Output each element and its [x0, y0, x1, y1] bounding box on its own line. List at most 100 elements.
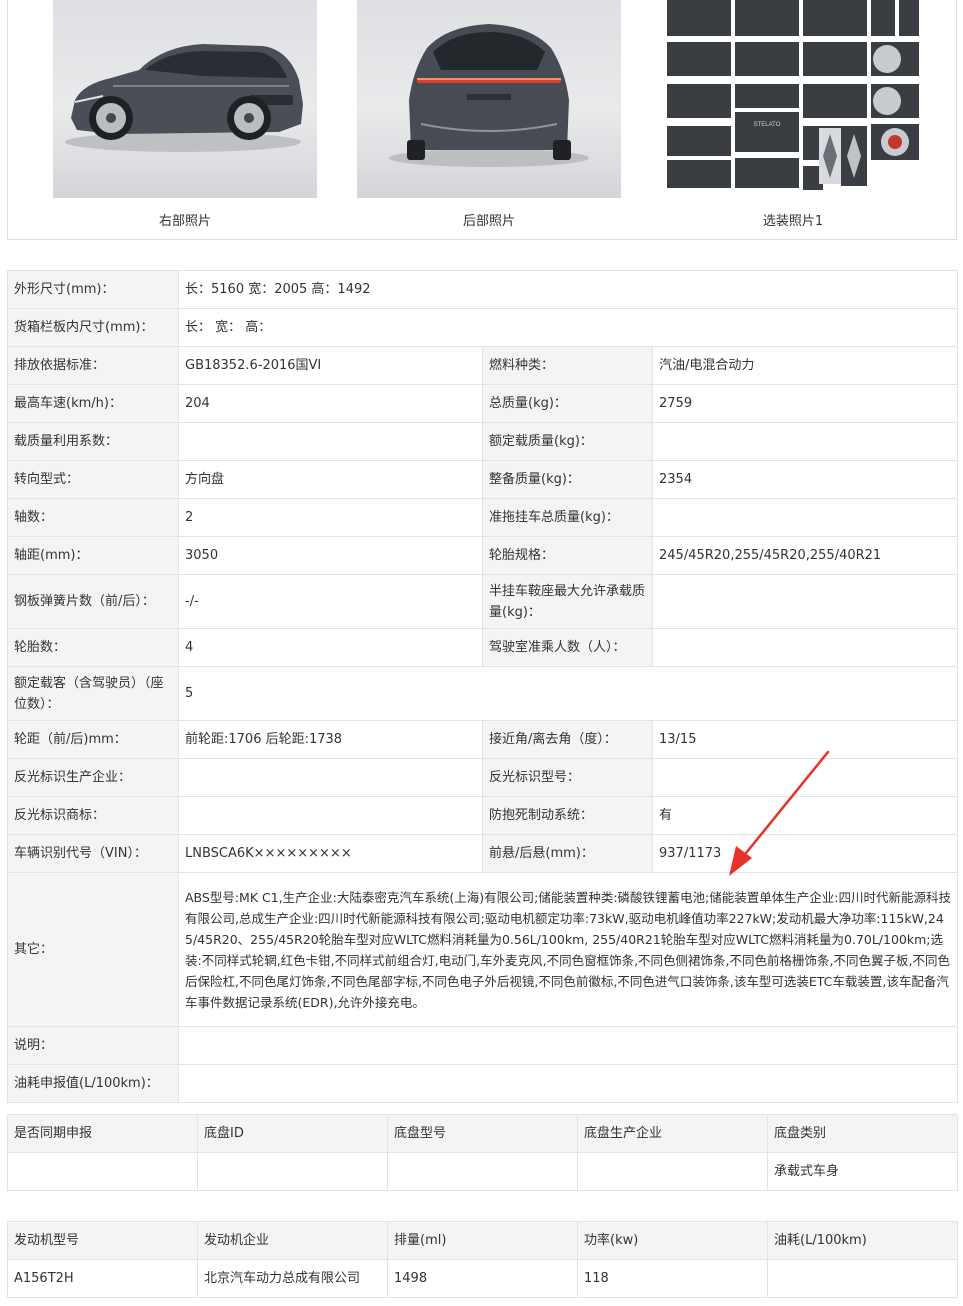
table-cell: 1498: [387, 1259, 578, 1298]
spec-label: 反光标识型号：: [482, 758, 653, 797]
spec-label: 外形尺寸(mm)：: [7, 270, 179, 309]
spec-value: 3050: [178, 536, 483, 575]
column-header: 底盘类别: [767, 1114, 958, 1153]
spec-value: 长： 宽： 高：: [177, 308, 959, 347]
photo-option[interactable]: STELATO 选装照片1: [661, 0, 925, 229]
spec-value: 245/45R20,255/45R20,255/40R21: [651, 536, 959, 575]
spec-label: 轴距(mm)：: [7, 536, 179, 575]
spec-row: 反光标识商标： 防抱死制动系统：有: [7, 796, 959, 835]
spec-value: 937/1173: [651, 834, 959, 873]
photo-caption: 右部照片: [158, 214, 211, 229]
spec-row: 轮胎数： 4 驾驶室准乘人数（人）：: [7, 628, 959, 667]
collage-brand-text: STELATO: [754, 122, 781, 128]
car-right-side-photo: [53, 0, 317, 198]
table-cell: [577, 1152, 768, 1191]
spec-row: 载质量利用系数： 额定载质量(kg)：: [7, 422, 959, 461]
spec-value: -/-: [178, 574, 483, 629]
table-cell: 北京汽车动力总成有限公司: [197, 1259, 388, 1298]
spec-row: 轮距（前/后)mm： 前轮距:1706 后轮距:1738 接近角/离去角（度）： 1…: [7, 720, 959, 759]
spec-value: GB18352.6-2016国VI: [178, 346, 483, 385]
spec-row: 转向型式： 方向盘 整备质量(kg)： 2354: [7, 460, 959, 499]
photo-caption: 后部照片: [462, 214, 515, 229]
table-cell: [767, 1259, 958, 1298]
spec-label: 载质量利用系数：: [7, 422, 179, 461]
spec-table: 外形尺寸(mm)： 长：5160 宽：2005 高：1492 货箱栏板内尺寸(m…: [7, 270, 959, 1103]
spec-value: 5: [177, 666, 959, 721]
spec-value: 4: [178, 628, 483, 667]
spec-label: 驾驶室准乘人数（人）：: [482, 628, 653, 667]
photo-rear[interactable]: 后部照片: [357, 0, 621, 229]
spec-label: 额定载客（含驾驶员）（座位数）：: [7, 666, 179, 721]
spec-value: LNBSCA6K×××××××××: [178, 834, 483, 873]
column-header: 油耗(L/100km): [767, 1221, 958, 1260]
spec-row: 车辆识别代号（VIN）： LNBSCA6K××××××××× 前悬/后悬(mm)：…: [7, 834, 959, 873]
spec-label: 反光标识生产企业：: [7, 758, 179, 797]
engine-table: 发动机型号 发动机企业 排量(ml) 功率(kw) 油耗(L/100km) A1…: [7, 1221, 958, 1298]
table-cell: 承载式车身: [767, 1152, 958, 1191]
spec-label: 其它：: [7, 872, 179, 1027]
spec-value: [177, 1064, 959, 1103]
column-header: 功率(kw): [577, 1221, 768, 1260]
spec-row: 货箱栏板内尺寸(mm)： 长： 宽： 高：: [7, 308, 959, 347]
spec-row: 说明：: [7, 1026, 959, 1065]
table-cell: [387, 1152, 578, 1191]
table-cell: A156T2H: [7, 1259, 198, 1298]
spec-value: 2354: [651, 460, 959, 499]
spec-value: [178, 796, 483, 835]
car-rear-photo: [357, 0, 621, 198]
spec-value: [178, 422, 483, 461]
chassis-header-row: 是否同期申报 底盘ID 底盘型号 底盘生产企业 底盘类别: [7, 1114, 958, 1153]
spec-value: [178, 758, 483, 797]
spec-row: 排放依据标准： GB18352.6-2016国VI 燃料种类： 汽油/电混合动力: [7, 346, 959, 385]
photo-strip: 右部照片 后部照片 STELATO 选装照片1: [7, 0, 957, 240]
column-header: 是否同期申报: [7, 1114, 198, 1153]
spec-label: 轮距（前/后)mm：: [7, 720, 179, 759]
spec-row: 外形尺寸(mm)： 长：5160 宽：2005 高：1492: [7, 270, 959, 309]
spec-label: 油耗申报值(L/100km)：: [7, 1064, 179, 1103]
spec-label: 排放依据标准：: [7, 346, 179, 385]
spec-value: 长：5160 宽：2005 高：1492: [177, 270, 959, 309]
spec-label: 总质量(kg)：: [482, 384, 653, 423]
table-cell: [7, 1152, 198, 1191]
spec-value: [651, 628, 959, 667]
spec-row-other: 其它： ABS型号:MK C1,生产企业:大陆泰密克汽车系统(上海)有限公司;储…: [7, 872, 959, 1027]
spec-row: 油耗申报值(L/100km)：: [7, 1064, 959, 1103]
spec-value: 方向盘: [178, 460, 483, 499]
column-header: 排量(ml): [387, 1221, 578, 1260]
spec-value: 204: [178, 384, 483, 423]
spec-label: 半挂车鞍座最大允许承载质量(kg)：: [482, 574, 653, 629]
spec-label: 转向型式：: [7, 460, 179, 499]
photo-caption: 选装照片1: [762, 214, 824, 229]
spec-row: 反光标识生产企业： 反光标识型号：: [7, 758, 959, 797]
spec-label: 防抱死制动系统：: [482, 796, 653, 835]
engine-header-row: 发动机型号 发动机企业 排量(ml) 功率(kw) 油耗(L/100km): [7, 1221, 958, 1260]
spec-row: 轴数： 2 准拖挂车总质量(kg)：: [7, 498, 959, 537]
spec-value: 2759: [651, 384, 959, 423]
spec-label: 轮胎规格：: [482, 536, 653, 575]
spec-other-text: ABS型号:MK C1,生产企业:大陆泰密克汽车系统(上海)有限公司;储能装置种…: [177, 872, 959, 1027]
column-header: 发动机型号: [7, 1221, 198, 1260]
spec-label: 前悬/后悬(mm)：: [482, 834, 653, 873]
chassis-value-row: 承载式车身: [7, 1152, 958, 1191]
spec-label: 燃料种类：: [482, 346, 653, 385]
spec-value: 13/15: [651, 720, 959, 759]
column-header: 底盘ID: [197, 1114, 388, 1153]
column-header: 发动机企业: [197, 1221, 388, 1260]
spec-row: 钢板弹簧片数（前/后）： -/- 半挂车鞍座最大允许承载质量(kg)：: [7, 574, 959, 629]
spec-label: 整备质量(kg)：: [482, 460, 653, 499]
engine-value-row: A156T2H 北京汽车动力总成有限公司 1498 118: [7, 1259, 958, 1298]
spec-label: 货箱栏板内尺寸(mm)：: [7, 308, 179, 347]
photo-right-side[interactable]: 右部照片: [53, 0, 317, 229]
spec-value: 汽油/电混合动力: [651, 346, 959, 385]
spec-value: [651, 758, 959, 797]
spec-value: 前轮距:1706 后轮距:1738: [178, 720, 483, 759]
spec-row: 额定载客（含驾驶员）（座位数）： 5: [7, 666, 959, 721]
spec-row: 最高车速(km/h)： 204 总质量(kg)： 2759: [7, 384, 959, 423]
column-header: 底盘生产企业: [577, 1114, 768, 1153]
spec-value: [651, 498, 959, 537]
spec-label: 准拖挂车总质量(kg)：: [482, 498, 653, 537]
chassis-table: 是否同期申报 底盘ID 底盘型号 底盘生产企业 底盘类别 承载式车身: [7, 1114, 958, 1191]
spec-label: 车辆识别代号（VIN）：: [7, 834, 179, 873]
option-photo-collage: STELATO: [661, 0, 925, 198]
spec-value: [651, 422, 959, 461]
